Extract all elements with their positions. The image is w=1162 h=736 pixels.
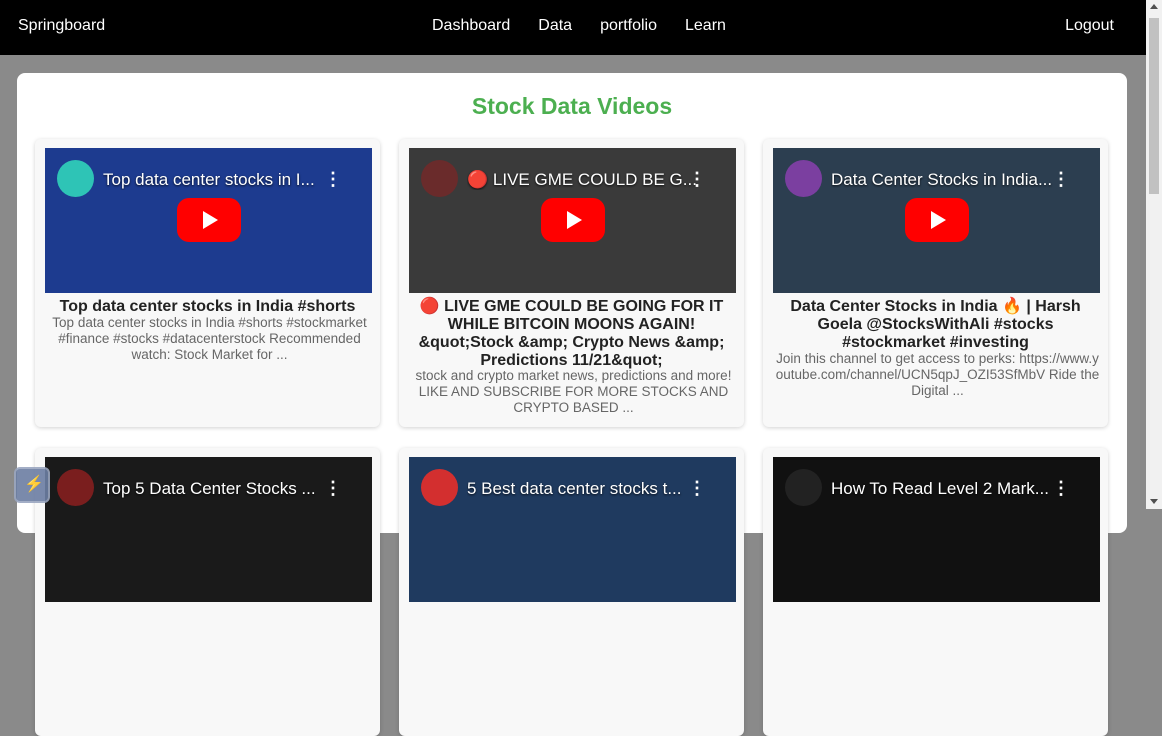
video-embed[interactable]: Top 5 Data Center Stocks ... ⋮ [45, 457, 372, 602]
brand-logo[interactable]: Springboard [18, 17, 105, 35]
video-card: Top 5 Data Center Stocks ... ⋮ [35, 448, 380, 736]
video-embed-title[interactable]: How To Read Level 2 Mark... [831, 479, 1061, 499]
logout-link[interactable]: Logout [1065, 17, 1114, 35]
page-title: Stock Data Videos [471, 93, 673, 119]
video-embed[interactable]: Top data center stocks in I... ⋮ [45, 148, 372, 293]
video-card: 5 Best data center stocks t... ⋮ [399, 448, 744, 736]
video-card: Top data center stocks in I... ⋮ Top dat… [35, 139, 380, 427]
video-title: 🔴 LIVE GME COULD BE GOING FOR IT WHILE B… [418, 298, 725, 369]
more-options-icon[interactable]: ⋮ [688, 479, 706, 497]
scrollbar[interactable] [1146, 0, 1162, 509]
video-embed-title[interactable]: 🔴 LIVE GME COULD BE G... [467, 170, 697, 190]
channel-avatar[interactable] [785, 469, 822, 506]
video-description: Top data center stocks in India #shorts … [52, 315, 367, 362]
channel-avatar[interactable] [421, 160, 458, 197]
more-options-icon[interactable]: ⋮ [1052, 479, 1070, 497]
video-description: stock and crypto market news, prediction… [415, 368, 732, 415]
channel-avatar[interactable] [57, 160, 94, 197]
nav-link-learn[interactable]: Learn [685, 17, 726, 35]
nav-link-data[interactable]: Data [538, 17, 572, 35]
more-options-icon[interactable]: ⋮ [1052, 170, 1070, 188]
more-options-icon[interactable]: ⋮ [324, 170, 342, 188]
scroll-down-icon[interactable] [1150, 499, 1158, 504]
nav-link-dashboard[interactable]: Dashboard [432, 17, 510, 35]
video-title: Top data center stocks in India #shorts [59, 298, 356, 315]
nav-link-portfolio[interactable]: portfolio [600, 17, 657, 35]
channel-avatar[interactable] [421, 469, 458, 506]
video-embed[interactable]: 🔴 LIVE GME COULD BE G... ⋮ [409, 148, 736, 293]
channel-avatar[interactable] [785, 160, 822, 197]
video-embed-title[interactable]: 5 Best data center stocks t... [467, 479, 697, 499]
video-card: 🔴 LIVE GME COULD BE G... ⋮ 🔴 LIVE GME CO… [399, 139, 744, 427]
more-options-icon[interactable]: ⋮ [688, 170, 706, 188]
scroll-thumb[interactable] [1149, 18, 1159, 194]
scroll-up-icon[interactable] [1150, 4, 1158, 9]
play-button-icon[interactable] [905, 198, 969, 242]
video-card: Data Center Stocks in India... ⋮ Data Ce… [763, 139, 1108, 427]
video-embed-title[interactable]: Data Center Stocks in India... [831, 170, 1061, 190]
content-panel: Stock Data Videos Top data center stocks… [17, 73, 1127, 736]
nav-links: Dashboard Data portfolio Learn [432, 17, 726, 35]
video-embed[interactable]: How To Read Level 2 Mark... ⋮ [773, 457, 1100, 602]
video-description: Join this channel to get access to perks… [775, 351, 1100, 398]
extension-icon[interactable] [14, 467, 50, 503]
video-embed-title[interactable]: Top data center stocks in I... [103, 170, 333, 190]
video-embed-title[interactable]: Top 5 Data Center Stocks ... [103, 479, 333, 499]
video-embed[interactable]: Data Center Stocks in India... ⋮ [773, 148, 1100, 293]
navbar: Springboard Dashboard Data portfolio Lea… [0, 0, 1146, 55]
more-options-icon[interactable]: ⋮ [324, 479, 342, 497]
play-button-icon[interactable] [541, 198, 605, 242]
play-button-icon[interactable] [177, 198, 241, 242]
channel-avatar[interactable] [57, 469, 94, 506]
video-title: Data Center Stocks in India 🔥 | Harsh Go… [790, 298, 1081, 351]
video-card: How To Read Level 2 Mark... ⋮ [763, 448, 1108, 736]
video-embed[interactable]: 5 Best data center stocks t... ⋮ [409, 457, 736, 602]
